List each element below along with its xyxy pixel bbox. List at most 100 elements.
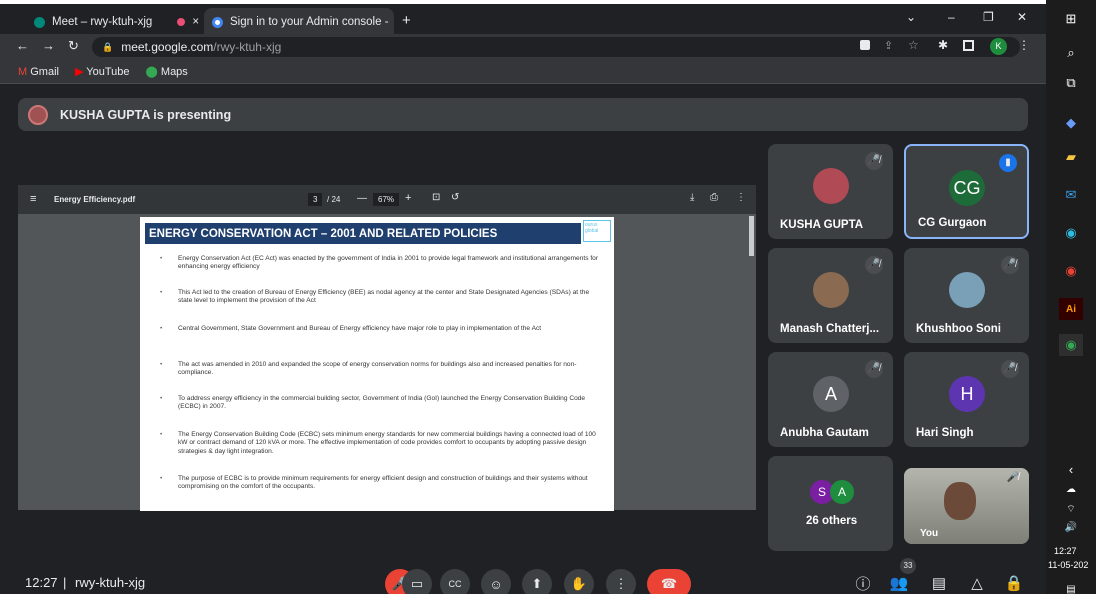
bookmark-star-icon[interactable]: ☆	[908, 38, 919, 52]
slide-bullet: Energy Conservation Act (EC Act) was ena…	[156, 255, 601, 272]
participant-name: Khushboo Soni	[916, 323, 1001, 335]
present-screen-button[interactable]: ⬆	[522, 569, 552, 594]
muted-mic-icon: 🎤̸	[1001, 256, 1019, 274]
file-explorer-icon[interactable]: ▰	[1059, 146, 1083, 168]
minimize-button[interactable]: –	[948, 10, 955, 24]
presenting-banner: KUSHA GUPTA is presenting	[18, 98, 1028, 131]
pdf-toolbar: ≡ Energy Efficiency.pdf 3 / 24 — 67% + ⊡…	[18, 185, 756, 214]
participant-tile[interactable]: 🎤̸ H Hari Singh	[904, 352, 1029, 447]
close-window-button[interactable]: ✕	[1017, 10, 1027, 24]
maps-pin-icon: ⬤	[145, 66, 158, 78]
tab-admin-console[interactable]: Sign in to your Admin console - ×	[204, 8, 394, 36]
task-view-icon[interactable]: ⧉	[1059, 72, 1083, 94]
people-icon[interactable]: 👥	[887, 572, 911, 594]
windows-start-icon[interactable]: ⊞	[1059, 8, 1083, 30]
mail-icon[interactable]: ✉	[1059, 184, 1083, 206]
rotate-icon[interactable]: ↺	[451, 192, 459, 203]
pdf-menu-icon[interactable]: ≡	[30, 193, 36, 205]
participant-name: CG Gurgaon	[918, 217, 987, 229]
camera-indicator-icon[interactable]	[860, 40, 870, 50]
muted-mic-icon: 🎤̸	[1001, 360, 1019, 378]
tab-search-icon[interactable]: ⌄	[906, 10, 916, 24]
more-options-button[interactable]: ⋮	[606, 569, 636, 594]
chrome-icon[interactable]: ◉	[1059, 260, 1083, 282]
restore-button[interactable]: ❐	[983, 10, 994, 24]
slide-bullet: This Act led to the creation of Bureau o…	[156, 289, 601, 306]
host-controls-icon[interactable]: 🔒	[1002, 572, 1026, 594]
participant-name: Anubha Gautam	[780, 427, 869, 439]
tab-meet-title: Meet – rwy-ktuh-xjg	[52, 16, 153, 28]
meeting-code: rwy-ktuh-xjg	[75, 575, 146, 590]
activities-icon[interactable]: △	[965, 572, 989, 594]
slide-bullet: The act was amended in 2010 and expanded…	[156, 361, 601, 378]
taskbar-time[interactable]: 12:27	[1054, 546, 1077, 556]
camera-button[interactable]: ▭	[402, 569, 432, 594]
others-count: 26 others	[806, 515, 858, 527]
bookmark-maps[interactable]: ⬤ Maps	[146, 65, 188, 78]
muted-mic-icon: 🎤̸	[865, 360, 883, 378]
fit-page-icon[interactable]: ⊡	[432, 192, 440, 203]
leave-call-button[interactable]: ☎	[647, 569, 691, 594]
chrome-profile-icon[interactable]: ◉	[1059, 334, 1083, 356]
reload-icon[interactable]: ↻	[68, 38, 79, 54]
url-field[interactable]: 🔒 meet.google.com/rwy-ktuh-xjg	[92, 37, 1020, 57]
edge-icon[interactable]: ◉	[1059, 222, 1083, 244]
notifications-icon[interactable]: ▤	[1059, 578, 1083, 594]
emoji-button[interactable]: ☺	[481, 569, 511, 594]
meeting-details-icon[interactable]: ⓘ	[851, 572, 875, 594]
tab-meet[interactable]: Meet – rwy-ktuh-xjg ×	[26, 8, 204, 36]
browser-tab-bar: Meet – rwy-ktuh-xjg × Sign in to your Ad…	[0, 0, 1046, 36]
profile-avatar[interactable]: K	[990, 38, 1007, 55]
chat-icon[interactable]: ▤	[927, 572, 951, 594]
pdf-page-total: / 24	[327, 195, 341, 204]
slide-bullet: The purpose of ECBC is to provide minimu…	[156, 475, 601, 492]
participant-tile[interactable]: 🎤̸ Manash Chatterj...	[768, 248, 893, 343]
pdf-page-input[interactable]: 3	[308, 193, 323, 206]
side-panel-icon[interactable]	[963, 40, 974, 51]
slide-bullet: To address energy efficiency in the comm…	[156, 395, 601, 412]
volume-icon[interactable]: 🔊	[1059, 516, 1083, 538]
system-tray-icon[interactable]: ☁	[1059, 478, 1083, 500]
muted-mic-icon: 🎤̸	[865, 256, 883, 274]
pdf-scrollbar[interactable]	[749, 216, 754, 256]
pdf-zoom-input[interactable]: 67%	[373, 193, 400, 206]
zoom-out-icon[interactable]: —	[357, 193, 367, 204]
extensions-icon[interactable]: ✱	[938, 38, 948, 52]
pdf-more-icon[interactable]: ⋮	[736, 192, 746, 203]
new-tab-button[interactable]: +	[402, 12, 411, 29]
youtube-icon: ▶	[74, 66, 84, 78]
print-icon[interactable]: ⎙	[710, 192, 718, 203]
copilot-icon[interactable]: ◆	[1059, 112, 1083, 134]
tab-meet-close-icon[interactable]: ×	[192, 16, 199, 28]
taskbar-chevron-icon[interactable]: ‹	[1059, 458, 1083, 480]
bookmarks-bar: M Gmail ▶ YouTube ⬤ Maps	[0, 60, 1046, 84]
presenting-text: KUSHA GUPTA is presenting	[60, 107, 232, 122]
browser-menu-icon[interactable]: ⋮	[1018, 38, 1030, 52]
bookmark-youtube[interactable]: ▶ YouTube	[75, 65, 130, 78]
bookmark-gmail[interactable]: M Gmail	[18, 66, 59, 78]
share-icon[interactable]: ⇪	[884, 39, 893, 52]
others-avatar: A	[830, 480, 854, 504]
taskbar-date[interactable]: 11-05-202	[1048, 560, 1088, 570]
self-view-tile[interactable]: 🎤̸ You	[904, 468, 1029, 544]
raise-hand-button[interactable]: ✋	[564, 569, 594, 594]
forward-arrow-icon[interactable]: →	[42, 38, 55, 53]
participant-tile-speaking[interactable]: ▮ CG CG Gurgaon	[904, 144, 1029, 239]
back-arrow-icon[interactable]: ←	[16, 38, 29, 53]
others-tile[interactable]: S A 26 others	[768, 456, 893, 551]
search-icon[interactable]: ⌕	[1059, 42, 1083, 64]
illustrator-icon[interactable]: Ai	[1059, 298, 1083, 320]
download-icon[interactable]: ⤓	[690, 192, 694, 203]
participant-name: Hari Singh	[916, 427, 974, 439]
captions-button[interactable]: CC	[440, 569, 470, 594]
participant-tile[interactable]: 🎤̸ Khushboo Soni	[904, 248, 1029, 343]
zoom-in-icon[interactable]: +	[405, 192, 411, 204]
company-logo: ourus global	[583, 220, 611, 242]
meet-favicon-icon	[34, 16, 45, 28]
url-domain: meet.google.com	[121, 40, 214, 54]
participant-tile[interactable]: 🎤̸ KUSHA GUPTA	[768, 144, 893, 239]
participant-tile[interactable]: 🎤̸ A Anubha Gautam	[768, 352, 893, 447]
bookmark-gmail-label: Gmail	[30, 65, 59, 78]
lock-icon: 🔒	[102, 41, 114, 52]
participant-avatar: A	[813, 376, 849, 412]
